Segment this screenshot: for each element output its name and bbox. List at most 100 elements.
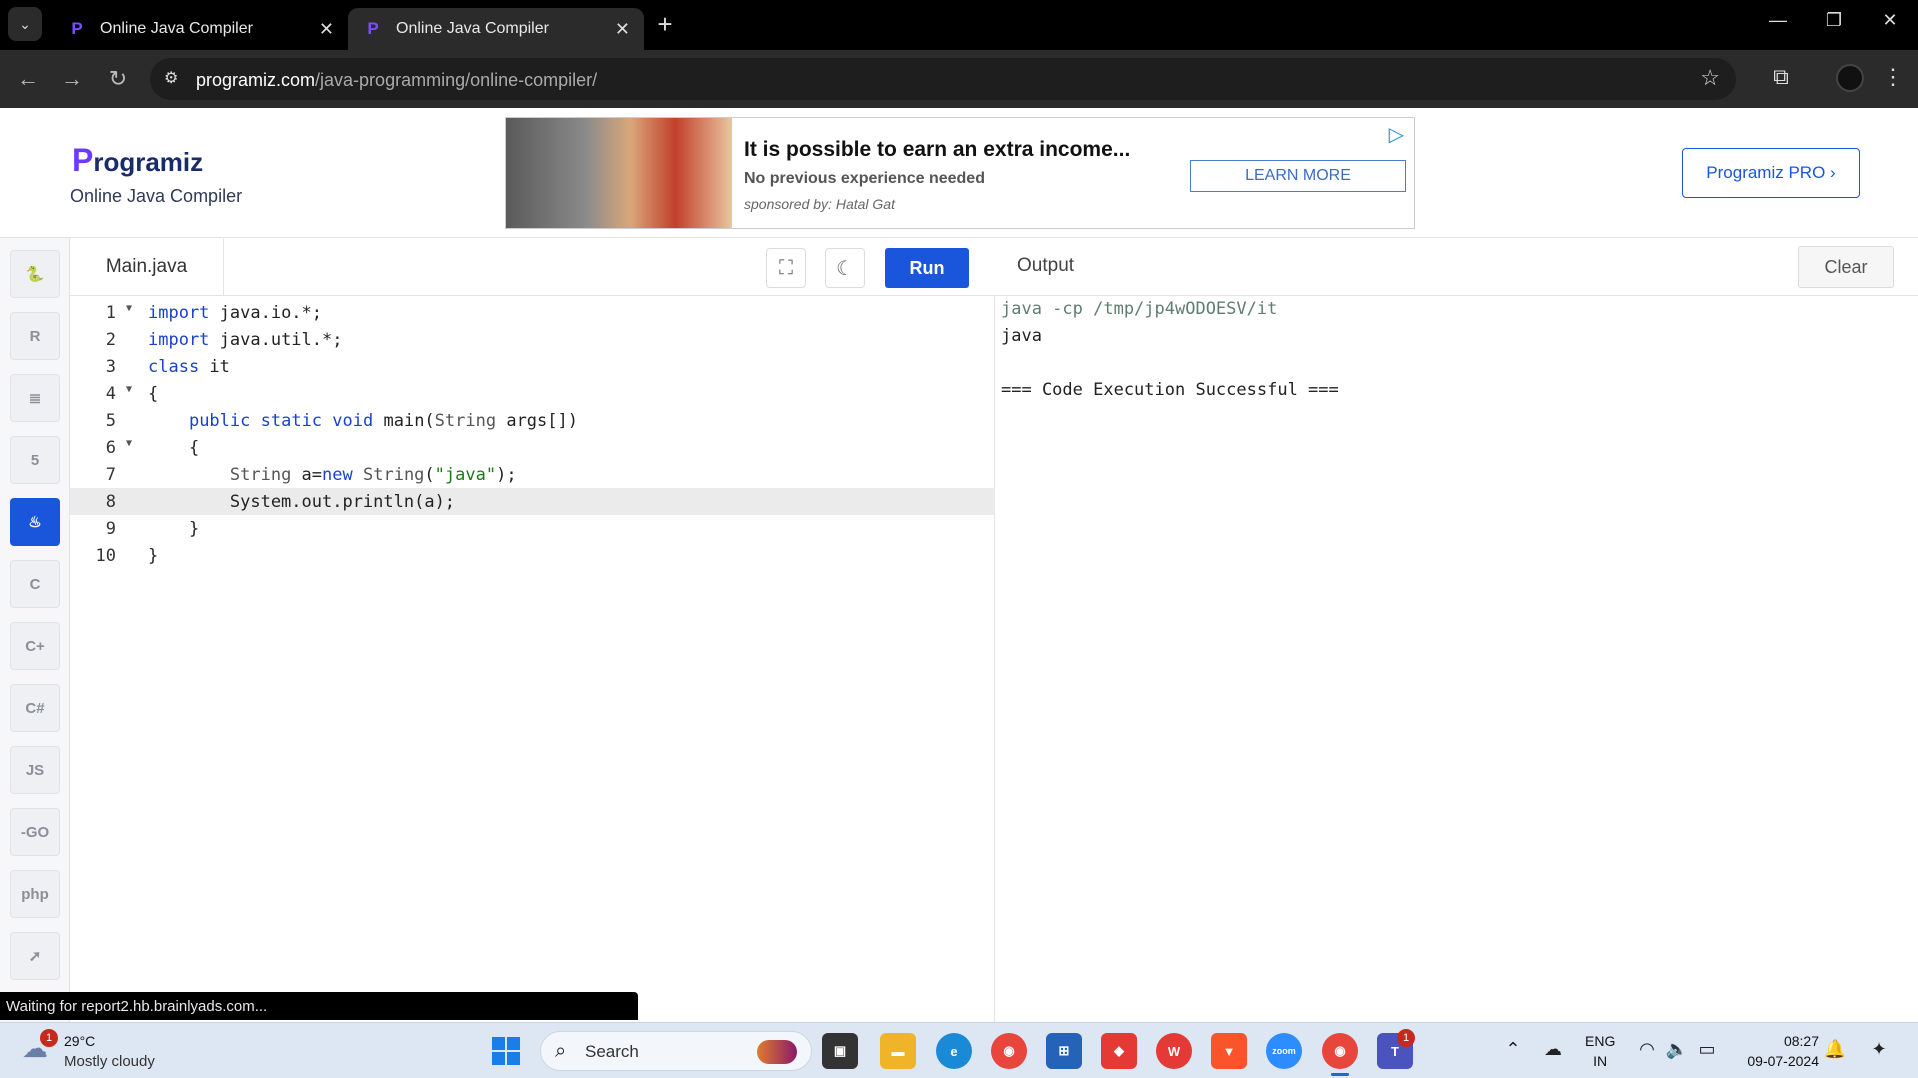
fold-arrow-icon[interactable]: ▼ [126,438,132,449]
code-text[interactable]: { [140,438,199,458]
language-indicator[interactable]: ENG IN [1585,1031,1615,1071]
javascript-icon[interactable]: JS [10,746,60,794]
volume-muted-icon[interactable]: 🔈 [1664,1039,1690,1060]
csharp-icon[interactable]: C# [10,684,60,732]
code-text[interactable]: System.out.println(a); [140,492,455,512]
go-icon[interactable]: -GO [10,808,60,856]
programiz-logo[interactable]: Programiz [72,142,203,179]
code-editor[interactable]: 1 ▼ import java.io.*; 2 import java.util.… [70,296,995,1022]
output-console[interactable]: java -cp /tmp/jp4wODOESV/it java === Cod… [995,296,1918,1022]
ad-image[interactable] [506,118,732,228]
c-icon[interactable]: C [10,560,60,608]
output-title: Output [1017,255,1075,276]
ad-learn-more-button[interactable]: LEARN MORE [1190,160,1406,192]
swift-icon[interactable]: ➚ [10,932,60,980]
code-line[interactable]: 2 import java.util.*; [70,326,995,353]
file-tab-main-java[interactable]: Main.java [70,238,224,296]
code-line[interactable]: 5 public static void main(String args[]) [70,407,995,434]
fold-arrow-icon[interactable]: ▼ [126,303,132,314]
url-input[interactable]: ⚙ programiz.com/java-programming/online-… [150,58,1736,100]
cpp-icon[interactable]: C+ [10,622,60,670]
new-tab-button[interactable]: + [652,11,678,38]
windows-taskbar: ☁ 1 29°C Mostly cloudy ⌕ Search ▣ ▬ e ◉ … [0,1022,1918,1078]
programiz-pro-button[interactable]: Programiz PRO › [1682,148,1860,198]
browser-menu-icon[interactable]: ⋮ [1878,64,1908,90]
java-icon[interactable]: ♨ [10,498,60,546]
tab-title: Online Java Compiler [396,20,549,37]
code-line[interactable]: 3 class it [70,353,995,380]
task-view-icon[interactable]: ▣ [822,1033,858,1069]
code-text[interactable]: import java.io.*; [140,303,322,323]
taskbar-search-input[interactable]: ⌕ Search [540,1031,812,1071]
back-icon[interactable]: ← [14,65,42,93]
close-tab-icon[interactable]: ✕ [319,19,334,40]
active-app-indicator [1331,1073,1349,1076]
notification-bell-icon[interactable]: 🔔 [1822,1039,1848,1060]
weather-condition[interactable]: Mostly cloudy [64,1053,155,1070]
forward-icon[interactable]: → [58,65,86,93]
copilot-icon[interactable]: ✦ [1866,1039,1892,1060]
restore-icon[interactable]: ❐ [1814,10,1854,31]
weather-temperature[interactable]: 29°C [64,1033,95,1049]
code-text[interactable]: String a=new String("java"); [140,465,517,485]
code-text[interactable]: { [140,384,158,404]
php-icon[interactable]: php [10,870,60,918]
fold-arrow-icon[interactable]: ▼ [126,384,132,395]
code-line-active[interactable]: 8 System.out.println(a); [70,488,995,515]
extensions-icon[interactable]: ⧉ [1766,64,1796,90]
run-button[interactable]: Run [885,248,969,288]
sql-icon[interactable]: ≣ [10,374,60,422]
wifi-icon[interactable]: ◠ [1634,1039,1660,1060]
show-hidden-icons-chevron-icon[interactable]: ⌃ [1500,1039,1526,1060]
code-line[interactable]: 10 } [70,542,995,569]
code-text[interactable]: } [140,546,158,566]
reload-icon[interactable]: ↻ [104,65,132,93]
edge-icon[interactable]: e [936,1033,972,1069]
microsoft-store-icon[interactable]: ⊞ [1046,1033,1082,1069]
chrome-icon[interactable]: ◉ [991,1033,1027,1069]
code-text[interactable]: } [140,519,199,539]
python-icon[interactable]: 🐍 [10,250,60,298]
site-info-icon[interactable]: ⚙ [164,68,178,88]
browser-tab-1[interactable]: P Online Java Compiler ✕ [52,8,348,50]
browser-tab-2[interactable]: P Online Java Compiler ✕ [348,8,644,50]
bookmark-star-icon[interactable]: ☆ [1700,65,1720,91]
wps-office-icon[interactable]: W [1156,1033,1192,1069]
code-line[interactable]: 6 ▼ { [70,434,995,461]
code-line[interactable]: 9 } [70,515,995,542]
code-line[interactable]: 7 String a=new String("java"); [70,461,995,488]
brave-icon[interactable]: ▼ [1211,1033,1247,1069]
file-explorer-icon[interactable]: ▬ [880,1033,916,1069]
output-line: java -cp /tmp/jp4wODOESV/it [1001,299,1278,319]
dark-mode-icon[interactable]: ☾ [825,248,865,288]
html-icon[interactable]: 5 [10,436,60,484]
search-icon: ⌕ [555,1040,567,1062]
windows-start-icon[interactable] [492,1037,520,1065]
ad-choices-icon[interactable]: ▷ [1389,122,1404,147]
minimize-icon[interactable]: — [1758,10,1798,31]
code-line[interactable]: 1 ▼ import java.io.*; [70,299,995,326]
close-tab-icon[interactable]: ✕ [615,19,630,40]
code-text[interactable]: public static void main(String args[]) [140,411,578,431]
code-text[interactable]: import java.util.*; [140,330,342,350]
code-line[interactable]: 4 ▼ { [70,380,995,407]
output-line: java [1001,326,1042,346]
ad-banner[interactable]: It is possible to earn an extra income..… [505,117,1415,229]
line-number: 7 [105,464,116,485]
line-number: 5 [105,410,116,431]
chrome-active-icon[interactable]: ◉ [1322,1033,1358,1069]
onedrive-icon[interactable]: ☁ [1540,1039,1566,1060]
tab-title: Online Java Compiler [100,20,253,37]
r-icon[interactable]: R [10,312,60,360]
code-text[interactable]: class it [140,357,230,377]
clock[interactable]: 08:27 09-07-2024 [1735,1031,1819,1071]
zoom-icon[interactable]: zoom [1266,1033,1302,1069]
anydesk-icon[interactable]: ◆ [1101,1033,1137,1069]
clear-button[interactable]: Clear [1798,246,1894,288]
tab-search-button[interactable]: ⌄ [8,7,42,41]
profile-avatar[interactable] [1836,64,1864,92]
fullscreen-icon[interactable]: ⛶ [766,248,806,288]
ad-title[interactable]: It is possible to earn an extra income..… [744,138,1130,162]
battery-icon[interactable]: ▭ [1694,1039,1720,1060]
window-close-icon[interactable]: ✕ [1870,10,1910,31]
